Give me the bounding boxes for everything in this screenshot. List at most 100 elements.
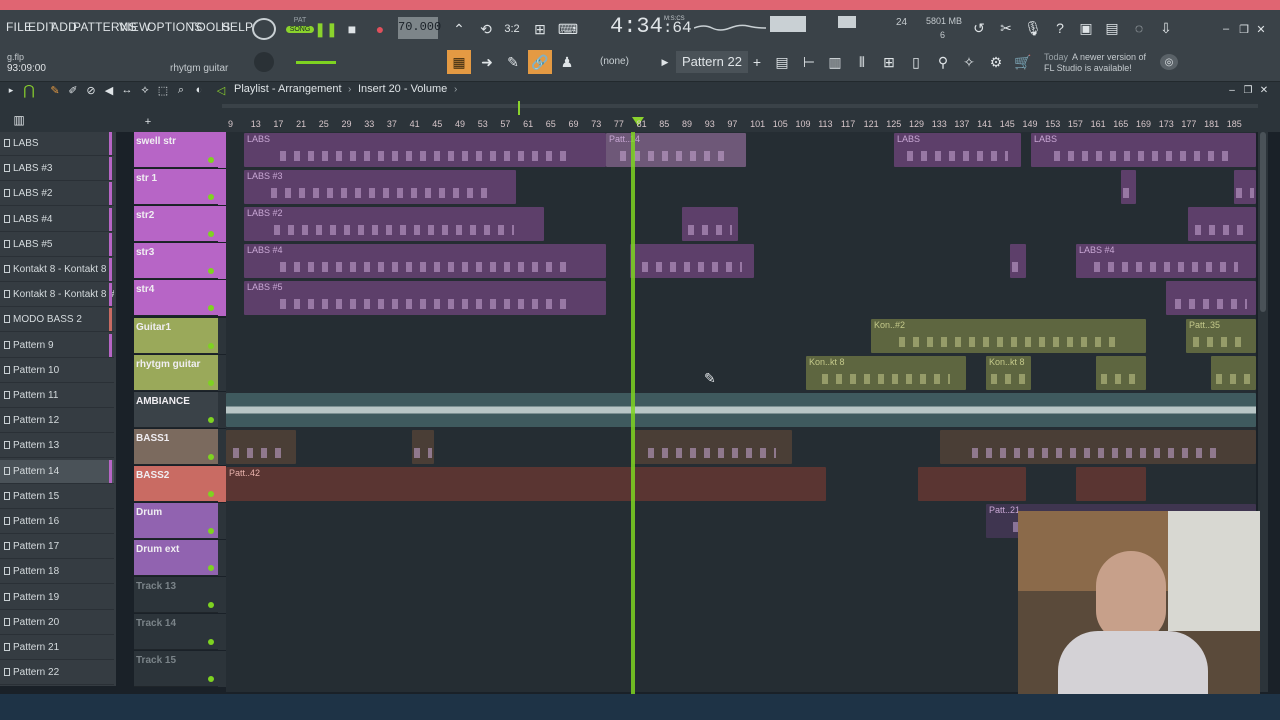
add-pattern-icon[interactable]: + xyxy=(750,52,764,72)
draw-tool-icon[interactable]: ✎ xyxy=(48,83,62,97)
save-icon[interactable]: ▣ xyxy=(1077,18,1095,38)
pause-icon[interactable]: ❚❚ xyxy=(314,20,337,38)
picker-item[interactable]: Pattern 15 xyxy=(0,485,114,509)
playlist-clip[interactable] xyxy=(1076,466,1146,501)
metronome-icon[interactable] xyxy=(252,18,276,40)
pat-mode[interactable]: PAT xyxy=(286,17,314,24)
track-name[interactable]: str 1 xyxy=(136,173,157,184)
pattern-selector[interactable]: (none) xyxy=(600,56,629,67)
playlist-clip[interactable]: LABS #4 xyxy=(1076,244,1256,279)
download-icon[interactable]: ⇩ xyxy=(1157,18,1175,38)
playlist-clip[interactable]: LABS #4 xyxy=(244,244,606,279)
wait-icon[interactable]: ⌃ xyxy=(450,20,468,38)
picker-item[interactable]: Pattern 11 xyxy=(0,384,114,408)
track-name[interactable]: Drum xyxy=(136,507,162,518)
playlist-clip[interactable] xyxy=(1188,207,1256,242)
restore-icon[interactable]: ❐ xyxy=(1237,22,1251,36)
picker-item[interactable]: Pattern 18 xyxy=(0,560,114,585)
stamp-icon[interactable]: ♟ xyxy=(558,52,576,72)
select-tool-icon[interactable]: ⬚ xyxy=(156,83,170,97)
picker-item[interactable]: Pattern 17 xyxy=(0,535,114,560)
mixer-icon[interactable]: ⫴ xyxy=(853,52,871,72)
loop-record-icon[interactable]: ⊞ xyxy=(530,20,550,38)
track-enable-led[interactable] xyxy=(208,490,214,497)
scroll-thumb[interactable] xyxy=(1260,132,1266,312)
playlist-clip[interactable] xyxy=(918,466,1026,501)
playlist-clip[interactable]: Kon..kt 8 xyxy=(986,355,1031,390)
track-header[interactable]: str4 xyxy=(134,280,226,317)
picker-item[interactable]: Pattern 22 xyxy=(0,661,114,686)
track-header[interactable]: AMBIANCE xyxy=(134,391,226,428)
track-name[interactable]: Track 15 xyxy=(136,655,176,666)
playlist-clip[interactable] xyxy=(1166,281,1256,316)
track-header[interactable]: BASS2 xyxy=(134,465,226,502)
patcher-icon[interactable]: ⚙ xyxy=(987,52,1005,72)
playlist-clip[interactable]: LABS xyxy=(894,133,1021,167)
track-enable-led[interactable] xyxy=(208,676,214,683)
playlist-icon[interactable]: ▤ xyxy=(773,52,791,72)
picker-item[interactable]: Pattern 14 xyxy=(0,459,114,484)
playlist-clip[interactable] xyxy=(1096,355,1146,390)
track-enable-led[interactable] xyxy=(208,379,214,386)
mic-icon[interactable]: 🎙 xyxy=(1024,18,1042,38)
playlist-clip[interactable] xyxy=(1211,355,1256,390)
master-volume-knob[interactable] xyxy=(254,52,274,72)
playlist-clip[interactable] xyxy=(412,429,434,464)
mute-tool-icon[interactable]: ◀ xyxy=(102,83,116,97)
track-header[interactable]: str3 xyxy=(134,243,226,280)
picker-item[interactable]: Kontakt 8 - Kontakt 8 xyxy=(0,258,114,282)
help-icon[interactable]: ? xyxy=(1051,18,1069,38)
picker-item[interactable]: LABS #2 xyxy=(0,182,114,207)
track-enable-led[interactable] xyxy=(208,416,214,423)
pattern-name[interactable]: Pattern 22 xyxy=(676,51,748,73)
zoom-tool-icon[interactable]: ⌕ xyxy=(174,83,188,97)
playlist-clip[interactable]: LABS #3 xyxy=(244,170,516,205)
playlist-clip[interactable]: Patt..14 xyxy=(606,133,746,167)
track-enable-led[interactable] xyxy=(208,528,214,534)
cart-icon[interactable]: 🛒 xyxy=(1014,52,1032,72)
track-enable-led[interactable] xyxy=(208,602,214,609)
track-enable-led[interactable] xyxy=(208,453,214,460)
pencil-icon[interactable]: ✎ xyxy=(504,52,522,72)
playlist-clip[interactable]: Patt..42 xyxy=(226,466,826,501)
playlist-clip[interactable] xyxy=(1121,170,1136,205)
news-message[interactable]: A newer version of xyxy=(1072,52,1146,62)
channel-rack-icon[interactable]: ⊢ xyxy=(800,52,818,72)
link-icon[interactable]: 🔗 xyxy=(528,50,552,74)
arrow-right-icon[interactable]: ➜ xyxy=(478,52,496,72)
playlist-clip[interactable]: Patt..35 xyxy=(1186,318,1256,353)
picker-item[interactable]: LABS #4 xyxy=(0,207,114,232)
undo-icon[interactable]: ↺ xyxy=(970,18,988,38)
playlist-clip[interactable]: LABS #5 xyxy=(244,281,606,316)
typing-keyboard-icon[interactable]: ⌨ xyxy=(558,20,578,38)
picker-item[interactable]: Pattern 10 xyxy=(0,359,114,383)
master-pitch-slider[interactable] xyxy=(296,61,336,64)
playlist-clip[interactable] xyxy=(630,244,754,279)
track-header[interactable]: Drum xyxy=(134,503,226,539)
track-name[interactable]: Track 14 xyxy=(136,618,176,629)
piano-roll-icon[interactable]: ▦ xyxy=(447,50,471,74)
tools-icon[interactable]: ✧ xyxy=(960,52,978,72)
track-header[interactable]: BASS1 xyxy=(134,428,226,465)
piano-roll-view-icon[interactable]: ▥ xyxy=(826,52,844,72)
picker-item[interactable]: Pattern 20 xyxy=(0,611,114,635)
picker-item[interactable]: Kontakt 8 - Kontakt 8 #2 xyxy=(0,283,114,308)
countdown-icon[interactable]: ⟲ xyxy=(476,20,496,38)
track-name[interactable]: BASS1 xyxy=(136,433,169,444)
globe-icon[interactable]: ◎ xyxy=(1160,54,1178,70)
picker-item[interactable]: Pattern 9 xyxy=(0,333,114,358)
stop-icon[interactable]: ■ xyxy=(344,20,360,38)
playlist-clip[interactable] xyxy=(226,392,1256,427)
close-icon[interactable]: ✕ xyxy=(1254,22,1268,36)
track-name[interactable]: str2 xyxy=(136,210,154,221)
slice-tool-icon[interactable]: ⟡ xyxy=(138,83,152,97)
song-position-marker[interactable] xyxy=(518,101,520,115)
track-name[interactable]: Track 13 xyxy=(136,581,176,592)
track-enable-led[interactable] xyxy=(208,231,214,238)
playlist-clip[interactable] xyxy=(682,207,738,242)
play-icon[interactable]: ▸ xyxy=(6,83,16,97)
track-name[interactable]: swell str xyxy=(136,136,176,147)
playlist-maximize-icon[interactable]: ❐ xyxy=(1242,83,1254,97)
picker-item[interactable]: LABS #5 xyxy=(0,232,114,257)
picker-item[interactable]: LABS #3 xyxy=(0,157,114,182)
